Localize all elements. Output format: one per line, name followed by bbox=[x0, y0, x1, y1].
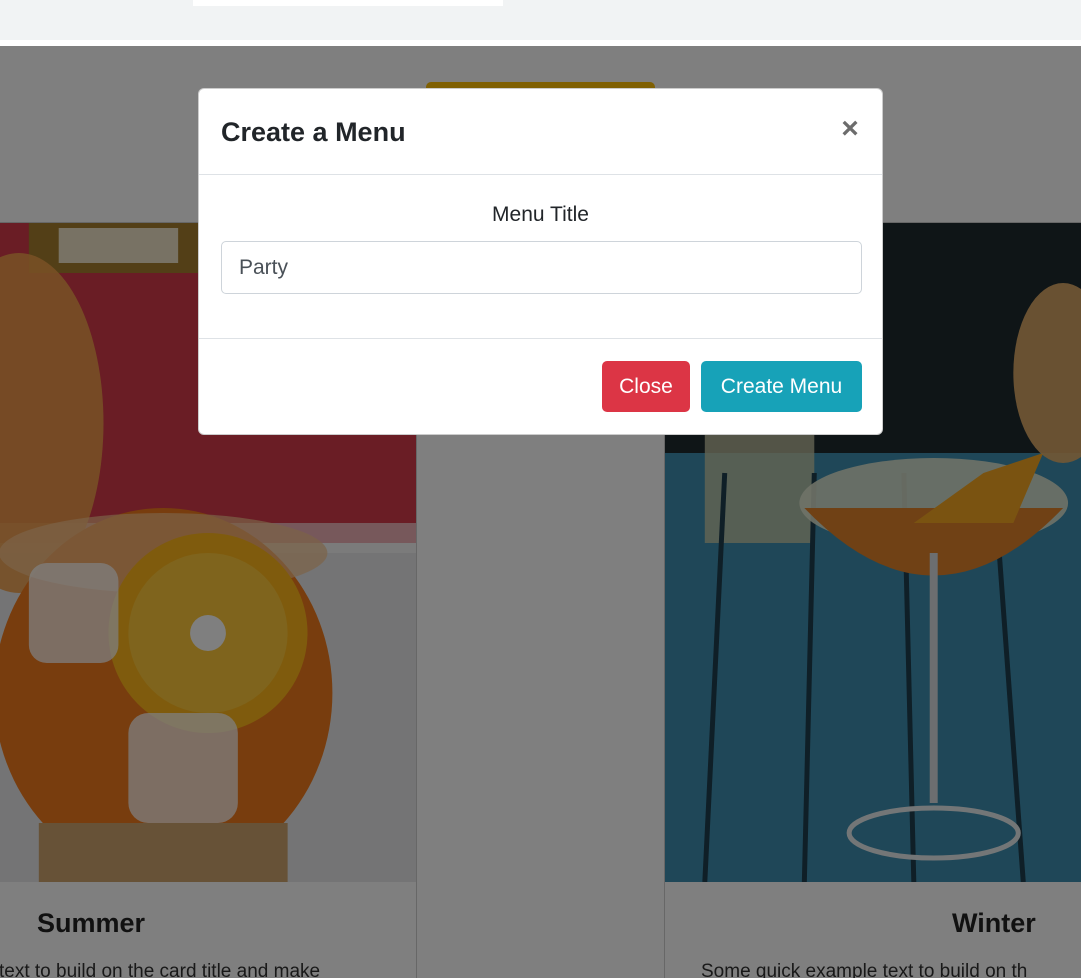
create-menu-modal: Create a Menu × Menu Title Close Create … bbox=[198, 88, 883, 435]
app-page: Summer text to build on the card title a… bbox=[0, 0, 1081, 978]
modal-header: Create a Menu × bbox=[199, 89, 882, 175]
close-button[interactable]: Close bbox=[602, 361, 690, 412]
create-menu-button[interactable]: Create Menu bbox=[701, 361, 862, 412]
close-icon[interactable]: × bbox=[838, 114, 862, 144]
menu-title-input[interactable] bbox=[221, 241, 862, 294]
modal-title: Create a Menu bbox=[221, 117, 406, 147]
browser-active-tab[interactable] bbox=[193, 0, 503, 6]
browser-toolbar bbox=[0, 0, 1081, 46]
menu-title-label: Menu Title bbox=[492, 203, 589, 226]
